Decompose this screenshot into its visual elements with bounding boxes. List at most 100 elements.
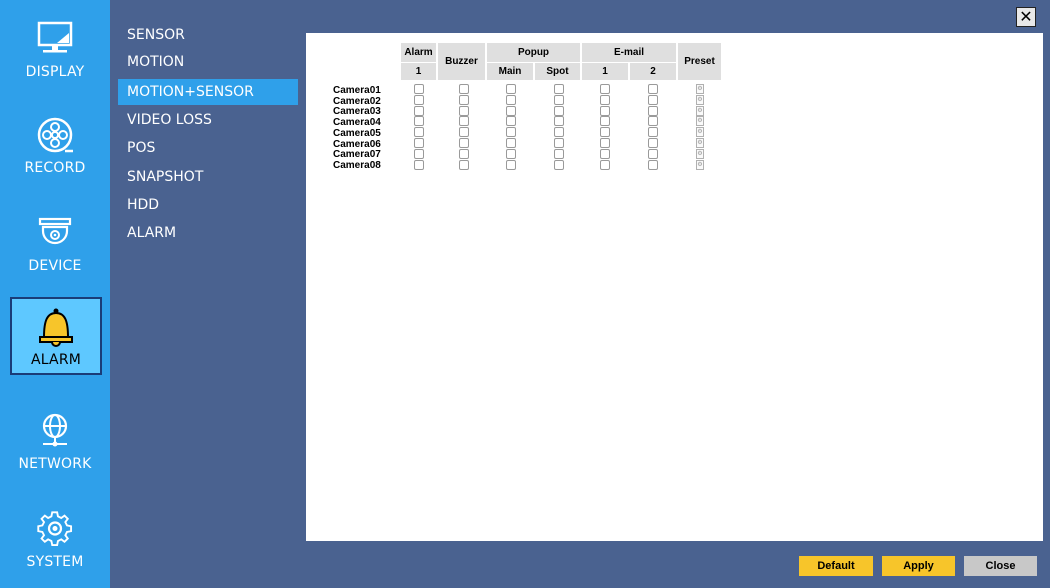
checkbox-email-1[interactable]: [600, 105, 610, 116]
header-email-1: 1: [582, 63, 628, 80]
header-popup-main: Main: [487, 63, 533, 80]
header-preset: Preset: [678, 43, 721, 80]
checkbox-email-1[interactable]: [600, 148, 610, 159]
checkbox-alarm-1[interactable]: [414, 138, 424, 148]
sidebar-item-label: DISPLAY: [25, 64, 85, 80]
close-button[interactable]: Close: [964, 556, 1037, 576]
checkbox-email-1[interactable]: [600, 138, 610, 148]
submenu-item-snapshot[interactable]: SNAPSHOT: [118, 164, 298, 190]
submenu-item-motion[interactable]: MOTION: [118, 49, 298, 75]
checkbox-email-1[interactable]: [600, 159, 610, 170]
sidebar-item-display[interactable]: DISPLAY: [0, 0, 110, 96]
preset-settings-icon[interactable]: ⚙: [696, 116, 704, 127]
checkbox-email-1[interactable]: [600, 94, 610, 105]
submenu-item-hdd[interactable]: HDD: [118, 192, 298, 218]
globe-network-icon: [32, 408, 78, 454]
checkbox-alarm-1[interactable]: [414, 94, 424, 105]
sidebar-item-system[interactable]: SYSTEM: [0, 490, 110, 586]
preset-settings-icon[interactable]: ⚙: [696, 105, 704, 116]
checkbox-email-2[interactable]: [648, 84, 658, 94]
sidebar-item-device[interactable]: DEVICE: [0, 194, 110, 290]
checkbox-buzzer[interactable]: [459, 105, 469, 116]
checkbox-popup-main[interactable]: [506, 148, 516, 159]
camera-label: Camera05: [333, 127, 381, 139]
checkbox-buzzer[interactable]: [459, 116, 469, 127]
bell-icon: [33, 304, 79, 350]
submenu-item-sensor[interactable]: SENSOR: [118, 22, 298, 48]
camera-label: Camera08: [333, 159, 381, 171]
close-window-button[interactable]: ✕: [1016, 7, 1036, 27]
checkbox-email-2[interactable]: [648, 148, 658, 159]
checkbox-popup-main[interactable]: [506, 159, 516, 170]
header-popup-spot: Spot: [535, 63, 580, 80]
checkbox-popup-main[interactable]: [506, 105, 516, 116]
checkbox-email-2[interactable]: [648, 116, 658, 127]
header-email: E-mail: [582, 43, 676, 62]
film-reel-icon: [32, 112, 78, 158]
checkbox-alarm-1[interactable]: [414, 159, 424, 170]
sidebar-item-label: NETWORK: [18, 456, 92, 472]
preset-settings-icon[interactable]: ⚙: [696, 159, 704, 170]
sidebar-item-label: SYSTEM: [26, 554, 84, 570]
checkbox-popup-spot[interactable]: [554, 94, 564, 105]
checkbox-alarm-1[interactable]: [414, 84, 424, 94]
checkbox-popup-spot[interactable]: [554, 116, 564, 127]
checkbox-email-2[interactable]: [648, 138, 658, 148]
gear-icon: [32, 506, 78, 552]
sidebar-item-label: DEVICE: [28, 258, 82, 274]
checkbox-popup-main[interactable]: [506, 84, 516, 94]
default-button[interactable]: Default: [799, 556, 873, 576]
sidebar-item-record[interactable]: RECORD: [0, 96, 110, 192]
checkbox-alarm-1[interactable]: [414, 148, 424, 159]
checkbox-popup-spot[interactable]: [554, 138, 564, 148]
checkbox-popup-spot[interactable]: [554, 148, 564, 159]
checkbox-popup-spot[interactable]: [554, 159, 564, 170]
checkbox-email-2[interactable]: [648, 94, 658, 105]
camera-list: Camera01 Camera02 Camera03 Camera04 Came…: [333, 85, 381, 172]
checkbox-popup-main[interactable]: [506, 127, 516, 138]
dome-camera-icon: [32, 210, 78, 256]
checkbox-popup-main[interactable]: [506, 138, 516, 148]
header-alarm-1: 1: [401, 63, 436, 80]
submenu-item-alarm[interactable]: ALARM: [118, 220, 298, 246]
checkbox-buzzer[interactable]: [459, 148, 469, 159]
checkbox-popup-spot[interactable]: [554, 84, 564, 94]
header-email-2: 2: [630, 63, 676, 80]
checkbox-alarm-1[interactable]: [414, 116, 424, 127]
checkbox-popup-main[interactable]: [506, 94, 516, 105]
checkbox-alarm-1[interactable]: [414, 105, 424, 116]
submenu-item-video-loss[interactable]: VIDEO LOSS: [118, 107, 298, 133]
main-sidebar: DISPLAY RECORD DEVICE ALARM NETWORK SYST…: [0, 0, 110, 588]
sidebar-item-network[interactable]: NETWORK: [0, 392, 110, 488]
sidebar-item-label: RECORD: [24, 160, 86, 176]
sidebar-item-alarm[interactable]: ALARM: [10, 297, 102, 375]
checkbox-buzzer[interactable]: [459, 159, 469, 170]
checkbox-email-1[interactable]: [600, 84, 610, 94]
checkbox-buzzer[interactable]: [459, 84, 469, 94]
checkbox-buzzer[interactable]: [459, 127, 469, 138]
header-popup: Popup: [487, 43, 580, 62]
header-alarm: Alarm: [401, 43, 436, 62]
checkbox-popup-spot[interactable]: [554, 127, 564, 138]
checkbox-email-1[interactable]: [600, 116, 610, 127]
header-buzzer: Buzzer: [438, 43, 485, 80]
checkbox-buzzer[interactable]: [459, 138, 469, 148]
submenu-item-pos[interactable]: POS: [118, 135, 298, 161]
preset-settings-icon[interactable]: ⚙: [696, 138, 704, 148]
preset-settings-icon[interactable]: ⚙: [696, 84, 704, 94]
checkbox-email-2[interactable]: [648, 105, 658, 116]
checkbox-popup-main[interactable]: [506, 116, 516, 127]
monitor-icon: [32, 16, 78, 62]
checkbox-email-2[interactable]: [648, 127, 658, 138]
checkbox-alarm-1[interactable]: [414, 127, 424, 138]
checkbox-popup-spot[interactable]: [554, 105, 564, 116]
checkbox-email-1[interactable]: [600, 127, 610, 138]
submenu-item-motion-sensor[interactable]: MOTION+SENSOR: [118, 79, 298, 105]
preset-settings-icon[interactable]: ⚙: [696, 94, 704, 105]
alarm-submenu: SENSOR MOTION MOTION+SENSOR VIDEO LOSS P…: [110, 0, 300, 588]
apply-button[interactable]: Apply: [882, 556, 955, 576]
checkbox-email-2[interactable]: [648, 159, 658, 170]
preset-settings-icon[interactable]: ⚙: [696, 127, 704, 138]
checkbox-buzzer[interactable]: [459, 94, 469, 105]
preset-settings-icon[interactable]: ⚙: [696, 148, 704, 159]
